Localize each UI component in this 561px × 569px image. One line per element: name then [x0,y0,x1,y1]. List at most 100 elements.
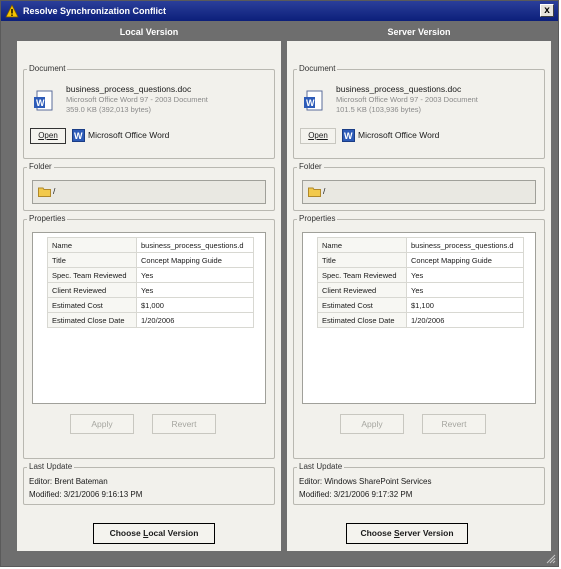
server-editor: Editor: Windows SharePoint Services [299,477,432,486]
server-folder-group: Folder / [293,162,545,211]
server-folder-path: / [323,186,326,196]
property-value[interactable]: Concept Mapping Guide [406,252,524,268]
local-file-size: 359.0 KB (392,013 bytes) [66,105,152,114]
property-name: Name [47,237,137,253]
table-row[interactable]: Title Concept Mapping Guide [317,252,524,268]
local-apply-button[interactable]: Apply [70,414,134,434]
property-value[interactable]: Yes [406,267,524,283]
server-file-name: business_process_questions.doc [336,84,462,94]
svg-text:W: W [36,98,45,108]
svg-text:W: W [344,131,353,141]
property-name: Estimated Close Date [317,312,407,328]
local-folder-field[interactable]: / [32,180,266,204]
folder-icon [308,187,321,197]
property-name: Spec. Team Reviewed [317,267,407,283]
choose-server-version-button[interactable]: Choose Server Version [346,523,468,544]
server-folder-field[interactable]: / [302,180,536,204]
svg-text:W: W [74,131,83,141]
choose-server-rest: erver Version [399,528,454,538]
property-value[interactable]: 1/20/2006 [406,312,524,328]
choose-local-rest: ocal Version [148,528,199,538]
local-properties-group: Properties Name business_process_question… [23,214,275,459]
table-row[interactable]: Estimated Close Date 1/20/2006 [317,312,524,328]
property-value[interactable]: 1/20/2006 [136,312,254,328]
local-open-button[interactable]: Open [30,128,66,144]
local-last-update-group: Last Update Editor: Brent Bateman Modifi… [23,462,275,505]
close-button[interactable]: x [540,4,554,17]
table-row[interactable]: Title Concept Mapping Guide [47,252,254,268]
local-folder-label: Folder [27,162,54,171]
table-row[interactable]: Name business_process_questions.d [47,237,254,253]
conflict-dialog: Resolve Synchronization Conflict x Local… [0,0,559,567]
local-revert-button[interactable]: Revert [152,414,216,434]
server-document-group: Document W business_process_questions.do… [293,64,545,159]
property-value[interactable]: $1,100 [406,297,524,313]
table-row[interactable]: Estimated Cost $1,000 [47,297,254,313]
property-name: Name [317,237,407,253]
property-name: Title [317,252,407,268]
server-modified: Modified: 3/21/2006 9:17:32 PM [299,490,413,499]
local-file-type: Microsoft Office Word 97 - 2003 Document [66,95,208,104]
server-apply-button[interactable]: Apply [340,414,404,434]
local-file-name: business_process_questions.doc [66,84,192,94]
folder-icon [38,187,51,197]
server-version-header: Server Version [387,27,451,37]
resize-grip-icon[interactable] [546,554,556,564]
server-document-label: Document [297,64,338,73]
word-app-icon: W [342,129,355,142]
close-icon: x [544,5,550,16]
server-properties-grid[interactable]: Name business_process_questions.d Title Co… [302,232,536,404]
server-app-label: Microsoft Office Word [358,130,440,140]
table-row[interactable]: Spec. Team Reviewed Yes [317,267,524,283]
property-name: Title [47,252,137,268]
local-modified: Modified: 3/21/2006 9:16:13 PM [29,490,143,499]
local-properties-grid[interactable]: Name business_process_questions.d Title Co… [32,232,266,404]
property-name: Estimated Cost [47,297,137,313]
server-open-button[interactable]: Open [300,128,336,144]
local-folder-path: / [53,186,56,196]
table-row[interactable]: Name business_process_questions.d [317,237,524,253]
word-app-icon: W [72,129,85,142]
svg-text:W: W [306,98,315,108]
choose-local-version-button[interactable]: Choose Local Version [93,523,215,544]
table-row[interactable]: Estimated Cost $1,100 [317,297,524,313]
title-bar[interactable]: Resolve Synchronization Conflict x [1,1,558,21]
server-file-size: 101.5 KB (103,936 bytes) [336,105,422,114]
word-document-icon: W [304,90,323,111]
property-name: Client Reviewed [317,282,407,298]
property-value[interactable]: Concept Mapping Guide [136,252,254,268]
choose-server-prefix: Choose [360,528,394,538]
local-version-pane: Document W business_process_questions.do… [17,41,281,551]
property-name: Estimated Cost [317,297,407,313]
property-value[interactable]: $1,000 [136,297,254,313]
property-value[interactable]: Yes [136,282,254,298]
local-app-label: Microsoft Office Word [88,130,170,140]
property-value[interactable]: business_process_questions.d [406,237,524,253]
local-document-label: Document [27,64,68,73]
choose-local-prefix: Choose [109,528,144,538]
server-file-type: Microsoft Office Word 97 - 2003 Document [336,95,478,104]
window-title: Resolve Synchronization Conflict [23,6,167,16]
table-row[interactable]: Client Reviewed Yes [317,282,524,298]
local-last-update-label: Last Update [27,462,75,471]
property-value[interactable]: business_process_questions.d [136,237,254,253]
server-last-update-group: Last Update Editor: Windows SharePoint S… [293,462,545,505]
property-name: Spec. Team Reviewed [47,267,137,283]
warning-icon [5,4,19,18]
server-last-update-label: Last Update [297,462,345,471]
local-document-group: Document W business_process_questions.do… [23,64,275,159]
property-value[interactable]: Yes [406,282,524,298]
property-name: Client Reviewed [47,282,137,298]
table-row[interactable]: Spec. Team Reviewed Yes [47,267,254,283]
table-row[interactable]: Client Reviewed Yes [47,282,254,298]
server-folder-label: Folder [297,162,324,171]
table-row[interactable]: Estimated Close Date 1/20/2006 [47,312,254,328]
server-properties-label: Properties [297,214,338,223]
local-editor: Editor: Brent Bateman [29,477,108,486]
server-version-pane: Document W business_process_questions.do… [287,41,551,551]
property-name: Estimated Close Date [47,312,137,328]
word-document-icon: W [34,90,53,111]
local-version-header: Local Version [119,27,179,37]
server-revert-button[interactable]: Revert [422,414,486,434]
property-value[interactable]: Yes [136,267,254,283]
